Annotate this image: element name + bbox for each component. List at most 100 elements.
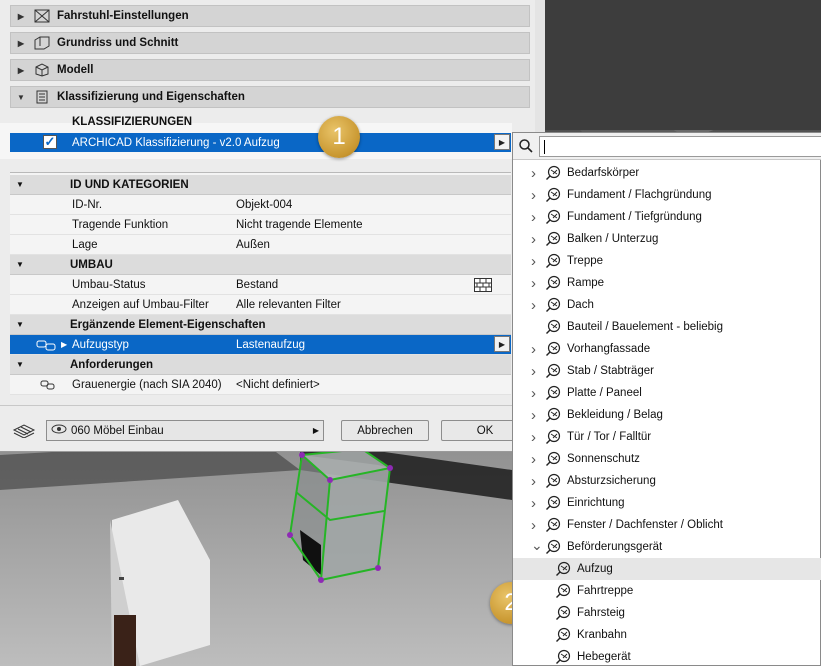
property-key: Grauenergie (nach SIA 2040): [72, 378, 222, 391]
classification-search-icon: [545, 209, 561, 225]
chevron-right-icon[interactable]: ›: [531, 495, 536, 512]
expand-triangle-icon: ▶: [17, 65, 25, 75]
property-value[interactable]: Bestand: [236, 279, 278, 291]
group-ergaenzende-element-eigenschaften[interactable]: ▼ Ergänzende Element-Eigenschaften: [10, 315, 511, 335]
chevron-right-icon[interactable]: ›: [531, 253, 536, 270]
layers-icon: [12, 422, 36, 441]
classification-search-icon: [545, 187, 561, 203]
group-id-und-kategorien[interactable]: ▼ ID UND KATEGORIEN: [10, 175, 511, 195]
tree-item[interactable]: › Rampe: [513, 272, 821, 294]
tree-item[interactable]: Hebegerät: [513, 646, 821, 666]
group-label: ID UND KATEGORIEN: [70, 178, 189, 191]
tree-item-label: Beförderungsgerät: [567, 541, 663, 553]
property-row-grauenergie[interactable]: Grauenergie (nach SIA 2040) <Nicht defin…: [10, 375, 511, 395]
link-chain-icon: [40, 379, 56, 394]
tree-item[interactable]: › Platte / Paneel: [513, 382, 821, 404]
tree-item[interactable]: Fahrtreppe: [513, 580, 821, 602]
tree-item[interactable]: › Treppe: [513, 250, 821, 272]
cancel-button[interactable]: Abbrechen: [341, 420, 429, 441]
section-klassifizierung-und-eigenschaften[interactable]: ▼ Klassifizierung und Eigenschaften: [10, 86, 530, 108]
chevron-right-icon[interactable]: ›: [531, 231, 536, 248]
tree-item-label: Kranbahn: [577, 629, 627, 641]
classification-row[interactable]: ✓ ARCHICAD Klassifizierung - v2.0 Aufzug…: [10, 133, 511, 152]
tree-item-label: Fenster / Dachfenster / Oblicht: [567, 519, 723, 531]
tree-item[interactable]: Kranbahn: [513, 624, 821, 646]
property-row-umbau-filter[interactable]: Anzeigen auf Umbau-Filter Alle relevante…: [10, 295, 511, 315]
tree-item[interactable]: › Einrichtung: [513, 492, 821, 514]
classification-dropdown-arrow-icon[interactable]: ▶: [494, 134, 510, 150]
tree-item[interactable]: › Fundament / Tiefgründung: [513, 206, 821, 228]
properties-table: ▼ ID UND KATEGORIEN ID-Nr. Objekt-004 Tr…: [10, 172, 511, 395]
property-row-aufzugstyp[interactable]: ▶ Aufzugstyp Lastenaufzug ▶: [10, 335, 511, 355]
tree-item[interactable]: › Absturzsicherung: [513, 470, 821, 492]
property-value[interactable]: Außen: [236, 239, 270, 251]
tree-item[interactable]: › Fenster / Dachfenster / Oblicht: [513, 514, 821, 536]
tree-item[interactable]: › Sonnenschutz: [513, 448, 821, 470]
classification-search-icon: [545, 253, 561, 269]
classification-checkbox[interactable]: ✓: [43, 135, 57, 149]
chevron-right-icon[interactable]: ›: [531, 517, 536, 534]
classification-search-icon: [545, 539, 561, 555]
property-row-tragende-funktion[interactable]: Tragende Funktion Nicht tragende Element…: [10, 215, 511, 235]
tree-item[interactable]: ⌄ Beförderungsgerät: [513, 536, 821, 558]
property-value[interactable]: Lastenaufzug: [236, 339, 305, 351]
floorplan-icon: [31, 36, 53, 50]
chevron-right-icon[interactable]: ›: [531, 451, 536, 468]
chevron-right-icon[interactable]: ›: [531, 187, 536, 204]
property-value[interactable]: Alle relevanten Filter: [236, 299, 341, 311]
group-umbau[interactable]: ▼ UMBAU: [10, 255, 511, 275]
property-value[interactable]: <Nicht definiert>: [236, 379, 320, 391]
eye-icon: [51, 424, 67, 437]
section-grundriss-und-schnitt[interactable]: ▶ Grundriss und Schnitt: [10, 32, 530, 54]
chevron-right-icon[interactable]: ›: [531, 165, 536, 182]
tree-item-label: Dach: [567, 299, 594, 311]
tree-item[interactable]: › Bekleidung / Belag: [513, 404, 821, 426]
classification-search-icon: [545, 231, 561, 247]
chevron-right-icon[interactable]: ›: [531, 473, 536, 490]
classification-search-icon: [545, 363, 561, 379]
tree-item[interactable]: › Fundament / Flachgründung: [513, 184, 821, 206]
classification-search-icon: [545, 495, 561, 511]
property-row-lage[interactable]: Lage Außen: [10, 235, 511, 255]
dropdown-arrow-icon: ▶: [312, 426, 319, 435]
tree-item[interactable]: Bauteil / Bauelement - beliebig: [513, 316, 821, 338]
property-value[interactable]: Objekt-004: [236, 199, 292, 211]
tree-item[interactable]: › Vorhangfassade: [513, 338, 821, 360]
section-fahrstuhl-einstellungen[interactable]: ▶ Fahrstuhl-Einstellungen: [10, 5, 530, 27]
chevron-down-icon[interactable]: ⌄: [531, 537, 543, 554]
chevron-right-icon[interactable]: ›: [531, 341, 536, 358]
tree-item[interactable]: › Balken / Unterzug: [513, 228, 821, 250]
tree-item[interactable]: › Bedarfskörper: [513, 162, 821, 184]
classification-search-icon: [545, 275, 561, 291]
group-anforderungen[interactable]: ▼ Anforderungen: [10, 355, 511, 375]
chevron-right-icon[interactable]: ›: [531, 407, 536, 424]
tree-item-label: Tür / Tor / Falltür: [567, 431, 652, 443]
property-row-id-nr[interactable]: ID-Nr. Objekt-004: [10, 195, 511, 215]
chevron-right-icon[interactable]: ›: [531, 429, 536, 446]
tree-item[interactable]: Fahrsteig: [513, 602, 821, 624]
search-input[interactable]: [539, 136, 821, 157]
tree-item[interactable]: Aufzug: [513, 558, 821, 580]
text-caret: [544, 140, 545, 154]
classification-label: ARCHICAD Klassifizierung - v2.0 Aufzug: [72, 136, 280, 149]
brick-wall-icon[interactable]: [474, 278, 492, 295]
tree-item[interactable]: › Dach: [513, 294, 821, 316]
element-settings-dialog: ▶ Fahrstuhl-Einstellungen ▶ Grundriss un…: [0, 0, 545, 452]
chevron-right-icon[interactable]: ›: [531, 275, 536, 292]
expand-triangle-icon: ▶: [61, 340, 68, 349]
value-dropdown-arrow-icon[interactable]: ▶: [494, 336, 510, 352]
tree-item-label: Hebegerät: [577, 651, 631, 663]
property-row-umbau-status[interactable]: Umbau-Status Bestand: [10, 275, 511, 295]
tree-item[interactable]: › Stab / Stabträger: [513, 360, 821, 382]
tree-item[interactable]: › Tür / Tor / Falltür: [513, 426, 821, 448]
chevron-right-icon[interactable]: ›: [531, 363, 536, 380]
favorites-dropdown[interactable]: 060 Möbel Einbau ▶: [46, 420, 324, 441]
chevron-right-icon[interactable]: ›: [531, 297, 536, 314]
property-value[interactable]: Nicht tragende Elemente: [236, 219, 363, 231]
classification-header: KLASSIFIZIERUNGEN: [72, 116, 193, 128]
section-label: Modell: [57, 64, 94, 76]
chevron-right-icon[interactable]: ›: [531, 385, 536, 402]
section-modell[interactable]: ▶ Modell: [10, 59, 530, 81]
tree-item-label: Absturzsicherung: [567, 475, 656, 487]
chevron-right-icon[interactable]: ›: [531, 209, 536, 226]
